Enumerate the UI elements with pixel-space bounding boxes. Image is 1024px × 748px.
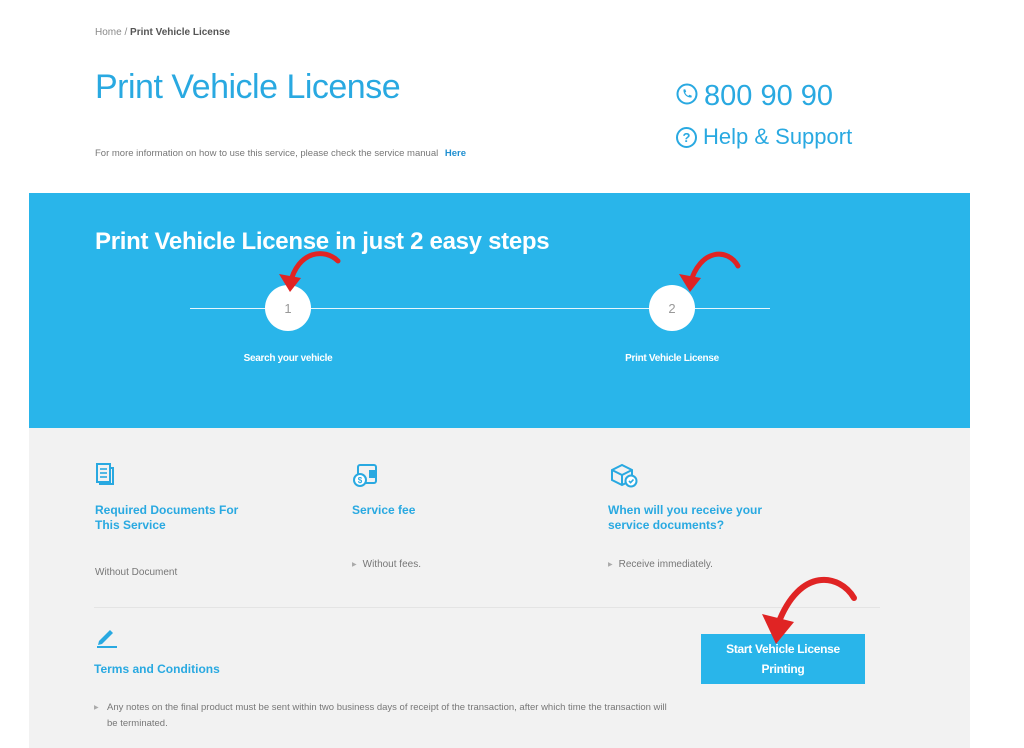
terms-note: Any notes on the final product must be s…: [107, 702, 667, 729]
phone-number: 800 90 90: [704, 80, 834, 112]
step-1-label: Search your vehicle: [243, 353, 333, 364]
annotation-arrow-icon: [762, 576, 857, 644]
help-support-label: Help & Support: [703, 124, 853, 149]
svg-text:$: $: [358, 476, 363, 485]
required-documents-value: Without Document: [95, 567, 178, 578]
delivery-time-title: When will you receive your service docum…: [608, 503, 763, 532]
breadcrumb: Home / Print Vehicle License: [95, 27, 230, 38]
wallet-icon: $: [352, 462, 380, 493]
service-manual-link[interactable]: Here: [445, 148, 466, 159]
annotation-arrow-icon: [679, 251, 741, 292]
annotation-arrow-icon: [279, 251, 341, 292]
required-documents-title: Required Documents For This Service: [95, 503, 239, 532]
step-2-label: Print Vehicle License: [625, 353, 719, 364]
breadcrumb-current: Print Vehicle License: [130, 27, 231, 38]
breadcrumb-separator: /: [124, 27, 128, 38]
pencil-icon: [95, 624, 119, 653]
delivery-icon: [608, 462, 638, 493]
service-fee-value: Without fees.: [352, 559, 421, 570]
service-fee-title: Service fee: [352, 503, 416, 517]
help-support-link[interactable]: ? Help & Support: [676, 124, 852, 150]
delivery-time-value: Receive immediately.: [608, 559, 713, 570]
terms-text: ▶ Any notes on the final product must be…: [94, 700, 674, 732]
phone-icon: [676, 80, 698, 113]
help-icon: ?: [676, 126, 697, 148]
document-icon: [95, 463, 115, 490]
terms-title: Terms and Conditions: [94, 662, 220, 676]
phone-contact[interactable]: 800 90 90: [676, 80, 833, 113]
page-title: Print Vehicle License: [95, 68, 401, 106]
bullet-icon: ▶: [94, 705, 99, 711]
service-manual-text: For more information on how to use this …: [95, 148, 439, 159]
service-manual-info: For more information on how to use this …: [95, 148, 466, 159]
breadcrumb-home-link[interactable]: Home: [95, 27, 122, 38]
